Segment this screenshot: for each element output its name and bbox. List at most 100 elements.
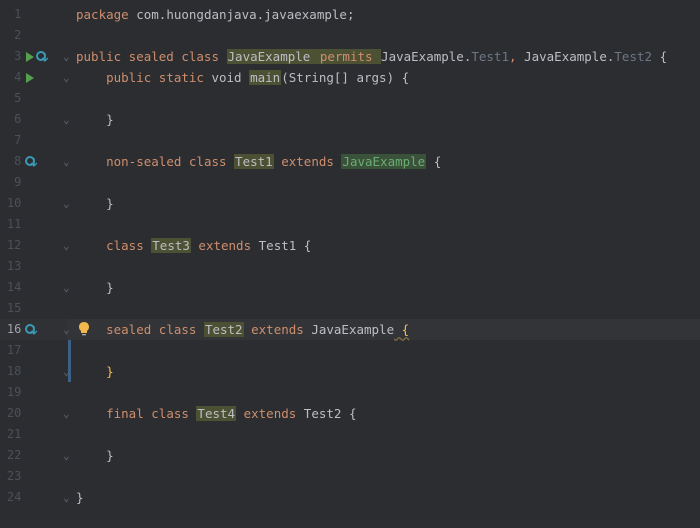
token: Test1 <box>234 154 274 169</box>
gutter-line[interactable]: 22 <box>0 445 66 466</box>
line-number: 5 <box>0 88 21 109</box>
fold-toggle-icon[interactable]: ⌄ <box>63 151 70 172</box>
fold-toggle-icon[interactable]: ⌄ <box>63 109 70 130</box>
fold-toggle-icon[interactable]: ⌄ <box>63 403 70 424</box>
code-line[interactable] <box>66 88 700 109</box>
gutter-line[interactable]: 6 <box>0 109 66 130</box>
token: JavaExample <box>381 49 464 64</box>
token: } <box>106 448 114 463</box>
code-line[interactable]: ⌄ } <box>66 193 700 214</box>
token: Test3 <box>151 238 191 253</box>
gutter-line[interactable]: 16 <box>0 319 66 340</box>
code-text: class Test3 extends Test1 { <box>76 238 311 253</box>
code-line[interactable] <box>66 340 700 361</box>
line-number: 20 <box>0 403 21 424</box>
fold-toggle-icon[interactable]: ⌄ <box>63 361 70 382</box>
code-line[interactable] <box>66 382 700 403</box>
gutter-line[interactable]: 19 <box>0 382 66 403</box>
code-text: } <box>76 448 114 463</box>
code-line[interactable] <box>66 172 700 193</box>
code-line[interactable] <box>66 214 700 235</box>
code-line[interactable]: ⌄ } <box>66 109 700 130</box>
gutter-line[interactable]: 15 <box>0 298 66 319</box>
code-line[interactable]: ⌄ } <box>66 277 700 298</box>
token: { <box>652 49 667 64</box>
line-number: 24 <box>0 487 21 508</box>
code-line[interactable]: ⌄ sealed class Test2 extends JavaExample… <box>66 319 700 340</box>
line-number: 3 <box>0 46 21 67</box>
token: Test2 <box>614 49 652 64</box>
code-line[interactable] <box>66 256 700 277</box>
token: Test1 <box>471 49 509 64</box>
token: } <box>106 196 114 211</box>
fold-toggle-icon[interactable]: ⌄ <box>63 235 70 256</box>
gutter-line[interactable]: 12 <box>0 235 66 256</box>
gutter-line[interactable]: 9 <box>0 172 66 193</box>
gutter-icons <box>25 73 64 83</box>
override-icon[interactable] <box>36 51 48 63</box>
code-line[interactable]: ⌄} <box>66 487 700 508</box>
code-text <box>76 133 106 148</box>
token: } <box>106 112 114 127</box>
gutter-line[interactable]: 1 <box>0 4 66 25</box>
fold-toggle-icon[interactable]: ⌄ <box>63 67 70 88</box>
code-line[interactable]: ⌄ } <box>66 445 700 466</box>
fold-toggle-icon[interactable]: ⌄ <box>63 445 70 466</box>
gutter-line[interactable]: 10 <box>0 193 66 214</box>
code-text: } <box>76 112 114 127</box>
code-line[interactable] <box>66 130 700 151</box>
gutter-line[interactable]: 11 <box>0 214 66 235</box>
gutter-line[interactable]: 4 <box>0 67 66 88</box>
code-text: } <box>76 280 114 295</box>
code-text: public sealed class JavaExample permits … <box>76 49 667 64</box>
code-line[interactable] <box>66 424 700 445</box>
override-icon[interactable] <box>25 324 37 336</box>
code-text: non-sealed class Test1 extends JavaExamp… <box>76 154 441 169</box>
code-line[interactable] <box>66 298 700 319</box>
gutter-line[interactable]: 17 <box>0 340 66 361</box>
code-line[interactable]: ⌄ final class Test4 extends Test2 { <box>66 403 700 424</box>
gutter-line[interactable]: 5 <box>0 88 66 109</box>
gutter-line[interactable]: 7 <box>0 130 66 151</box>
gutter-line[interactable]: 20 <box>0 403 66 424</box>
run-icon[interactable] <box>25 73 35 83</box>
gutter-line[interactable]: 18 <box>0 361 66 382</box>
fold-toggle-icon[interactable]: ⌄ <box>63 277 70 298</box>
fold-toggle-icon[interactable]: ⌄ <box>63 319 70 340</box>
gutter-line[interactable]: 23 <box>0 466 66 487</box>
fold-toggle-icon[interactable]: ⌄ <box>63 193 70 214</box>
code-line[interactable] <box>66 25 700 46</box>
code-line[interactable]: package com.huongdanjava.javaexample; <box>66 4 700 25</box>
line-number: 1 <box>0 4 21 25</box>
intention-bulb-icon[interactable] <box>78 322 90 336</box>
gutter-line[interactable]: 24 <box>0 487 66 508</box>
token: extends <box>274 154 342 169</box>
code-area[interactable]: package com.huongdanjava.javaexample; ⌄ pu… <box>66 0 700 528</box>
fold-toggle-icon[interactable]: ⌄ <box>63 487 70 508</box>
code-text: sealed class Test2 extends JavaExample { <box>76 322 409 337</box>
token: void <box>211 70 249 85</box>
fold-toggle-icon[interactable]: ⌄ <box>63 46 70 67</box>
run-icon[interactable] <box>25 52 35 62</box>
gutter-line[interactable]: 3 <box>0 46 66 67</box>
line-number: 13 <box>0 256 21 277</box>
code-line[interactable]: ⌄ } <box>66 361 700 382</box>
gutter-line[interactable]: 8 <box>0 151 66 172</box>
code-editor[interactable]: 123456789101112131415161718192021222324 … <box>0 0 700 528</box>
code-text <box>76 175 106 190</box>
code-line[interactable]: ⌄ non-sealed class Test1 extends JavaExa… <box>66 151 700 172</box>
code-line[interactable] <box>66 466 700 487</box>
code-line[interactable]: ⌄ class Test3 extends Test1 { <box>66 235 700 256</box>
code-text: package com.huongdanjava.javaexample; <box>76 7 354 22</box>
code-line[interactable]: ⌄ public sealed class JavaExample permits… <box>66 46 700 67</box>
gutter-line[interactable]: 21 <box>0 424 66 445</box>
code-text <box>76 91 106 106</box>
code-line[interactable]: ⌄ public static void main(String[] args)… <box>66 67 700 88</box>
code-text <box>76 217 106 232</box>
override-icon[interactable] <box>25 156 37 168</box>
gutter-line[interactable]: 13 <box>0 256 66 277</box>
code-text <box>76 301 106 316</box>
gutter-line[interactable]: 14 <box>0 277 66 298</box>
gutter-line[interactable]: 2 <box>0 25 66 46</box>
token: Test1 <box>259 238 297 253</box>
